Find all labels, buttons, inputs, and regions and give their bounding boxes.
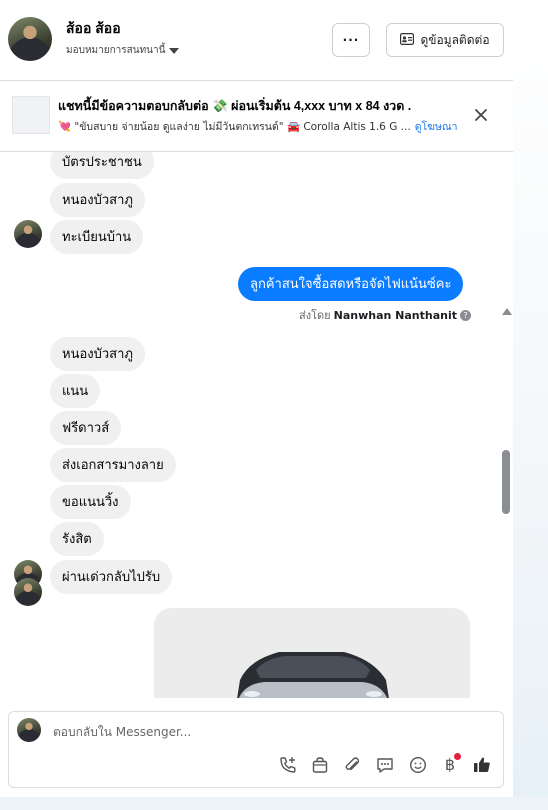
sender-avatar (14, 220, 42, 248)
ad-subtitle: 💘 "ขับสบาย จ่ายน้อย ดูแลง่าย ไม่มีวันตกเ… (58, 121, 411, 133)
message-bubble: ขอแนนวิ้ง (50, 485, 131, 519)
contact-name[interactable]: ส้ออ ส้ออ (66, 18, 121, 40)
contact-card-icon (400, 32, 415, 48)
reply-input[interactable] (53, 722, 473, 742)
message-bubble: แนน (50, 374, 101, 408)
attach-icon[interactable] (341, 754, 363, 776)
caret-down-icon (169, 47, 180, 54)
conversation-header: ส้ออ ส้ออ มอบหมายการสนทนานี้ ··· ดูข้อมู… (0, 0, 513, 81)
ad-title: แชทนี้มีข้อความตอบกลับต่อ 💸 ผ่อนเริ่มต้น… (58, 99, 412, 113)
assign-label: มอบหมายการสนทนานี้ (66, 45, 166, 56)
scrollbar-thumb[interactable] (502, 450, 510, 514)
message-bubble: ทะเบียนบ้าน (50, 220, 144, 254)
emoji-icon[interactable] (407, 754, 429, 776)
message-bubble-outgoing: ลูกค้าสนใจซื้อสดหรือจัดไฟแน้นซ์คะ (238, 267, 464, 301)
saved-reply-icon[interactable] (374, 754, 396, 776)
more-options-button[interactable]: ··· (332, 23, 370, 57)
message-bubble: รังสิต (50, 522, 104, 556)
sent-by-line: ส่งโดย Nanwhan Nanthanit ? (299, 306, 471, 324)
help-icon[interactable]: ? (460, 309, 471, 321)
thumbs-up-icon[interactable] (471, 754, 493, 776)
car-image (154, 608, 470, 698)
seen-receipt-avatar (14, 578, 42, 606)
ad-thumbnail[interactable] (12, 96, 50, 134)
page-background-bottom (0, 797, 548, 810)
message-list[interactable]: บัตรประชาชน หนองบัวสาภู ทะเบียนบ้าน ลูกค… (0, 152, 513, 698)
message-bubble: ผ่านเด่วกลับไปรับ (50, 560, 173, 594)
page-background-right (513, 0, 548, 810)
view-contact-label: ดูข้อมูลติดต่อ (420, 32, 490, 47)
more-icon: ··· (342, 33, 360, 47)
message-bubble: หนองบัวสาภู (50, 183, 145, 217)
scrollbar[interactable] (501, 308, 512, 698)
scroll-up-arrow-icon[interactable] (502, 308, 512, 315)
ad-reference-banner: แชทนี้มีข้อความตอบกลับต่อ 💸 ผ่อนเริ่มต้น… (0, 81, 513, 152)
notification-dot (454, 753, 461, 760)
message-bubble: บัตรประชาชน (50, 152, 154, 179)
conversation-panel: ส้ออ ส้ออ มอบหมายการสนทนานี้ ··· ดูข้อมู… (0, 0, 513, 797)
close-icon[interactable] (470, 104, 492, 126)
page-avatar (17, 718, 41, 742)
message-bubble: ฟรีดาวส์ (50, 411, 122, 445)
car-photo-message[interactable] (154, 608, 470, 698)
add-call-icon[interactable] (277, 754, 299, 776)
view-ad-link[interactable]: ดูโฆษณา (415, 118, 458, 135)
message-bubble: หนองบัวสาภู (50, 337, 145, 371)
baht-icon[interactable]: ฿ (439, 753, 461, 776)
reply-composer: ฿ (8, 711, 504, 788)
sent-by-name: Nanwhan Nanthanit (333, 308, 457, 322)
sent-by-prefix: ส่งโดย (299, 309, 331, 322)
message-bubble: ส่งเอกสารมางลาย (50, 448, 176, 482)
view-contact-button[interactable]: ดูข้อมูลติดต่อ (386, 23, 504, 57)
assign-conversation-dropdown[interactable]: มอบหมายการสนทนานี้ (66, 43, 180, 58)
shop-bag-icon[interactable] (309, 754, 331, 776)
contact-avatar[interactable] (8, 17, 52, 61)
ad-subtitle-row: 💘 "ขับสบาย จ่ายน้อย ดูแลง่าย ไม่มีวันตกเ… (58, 118, 458, 135)
